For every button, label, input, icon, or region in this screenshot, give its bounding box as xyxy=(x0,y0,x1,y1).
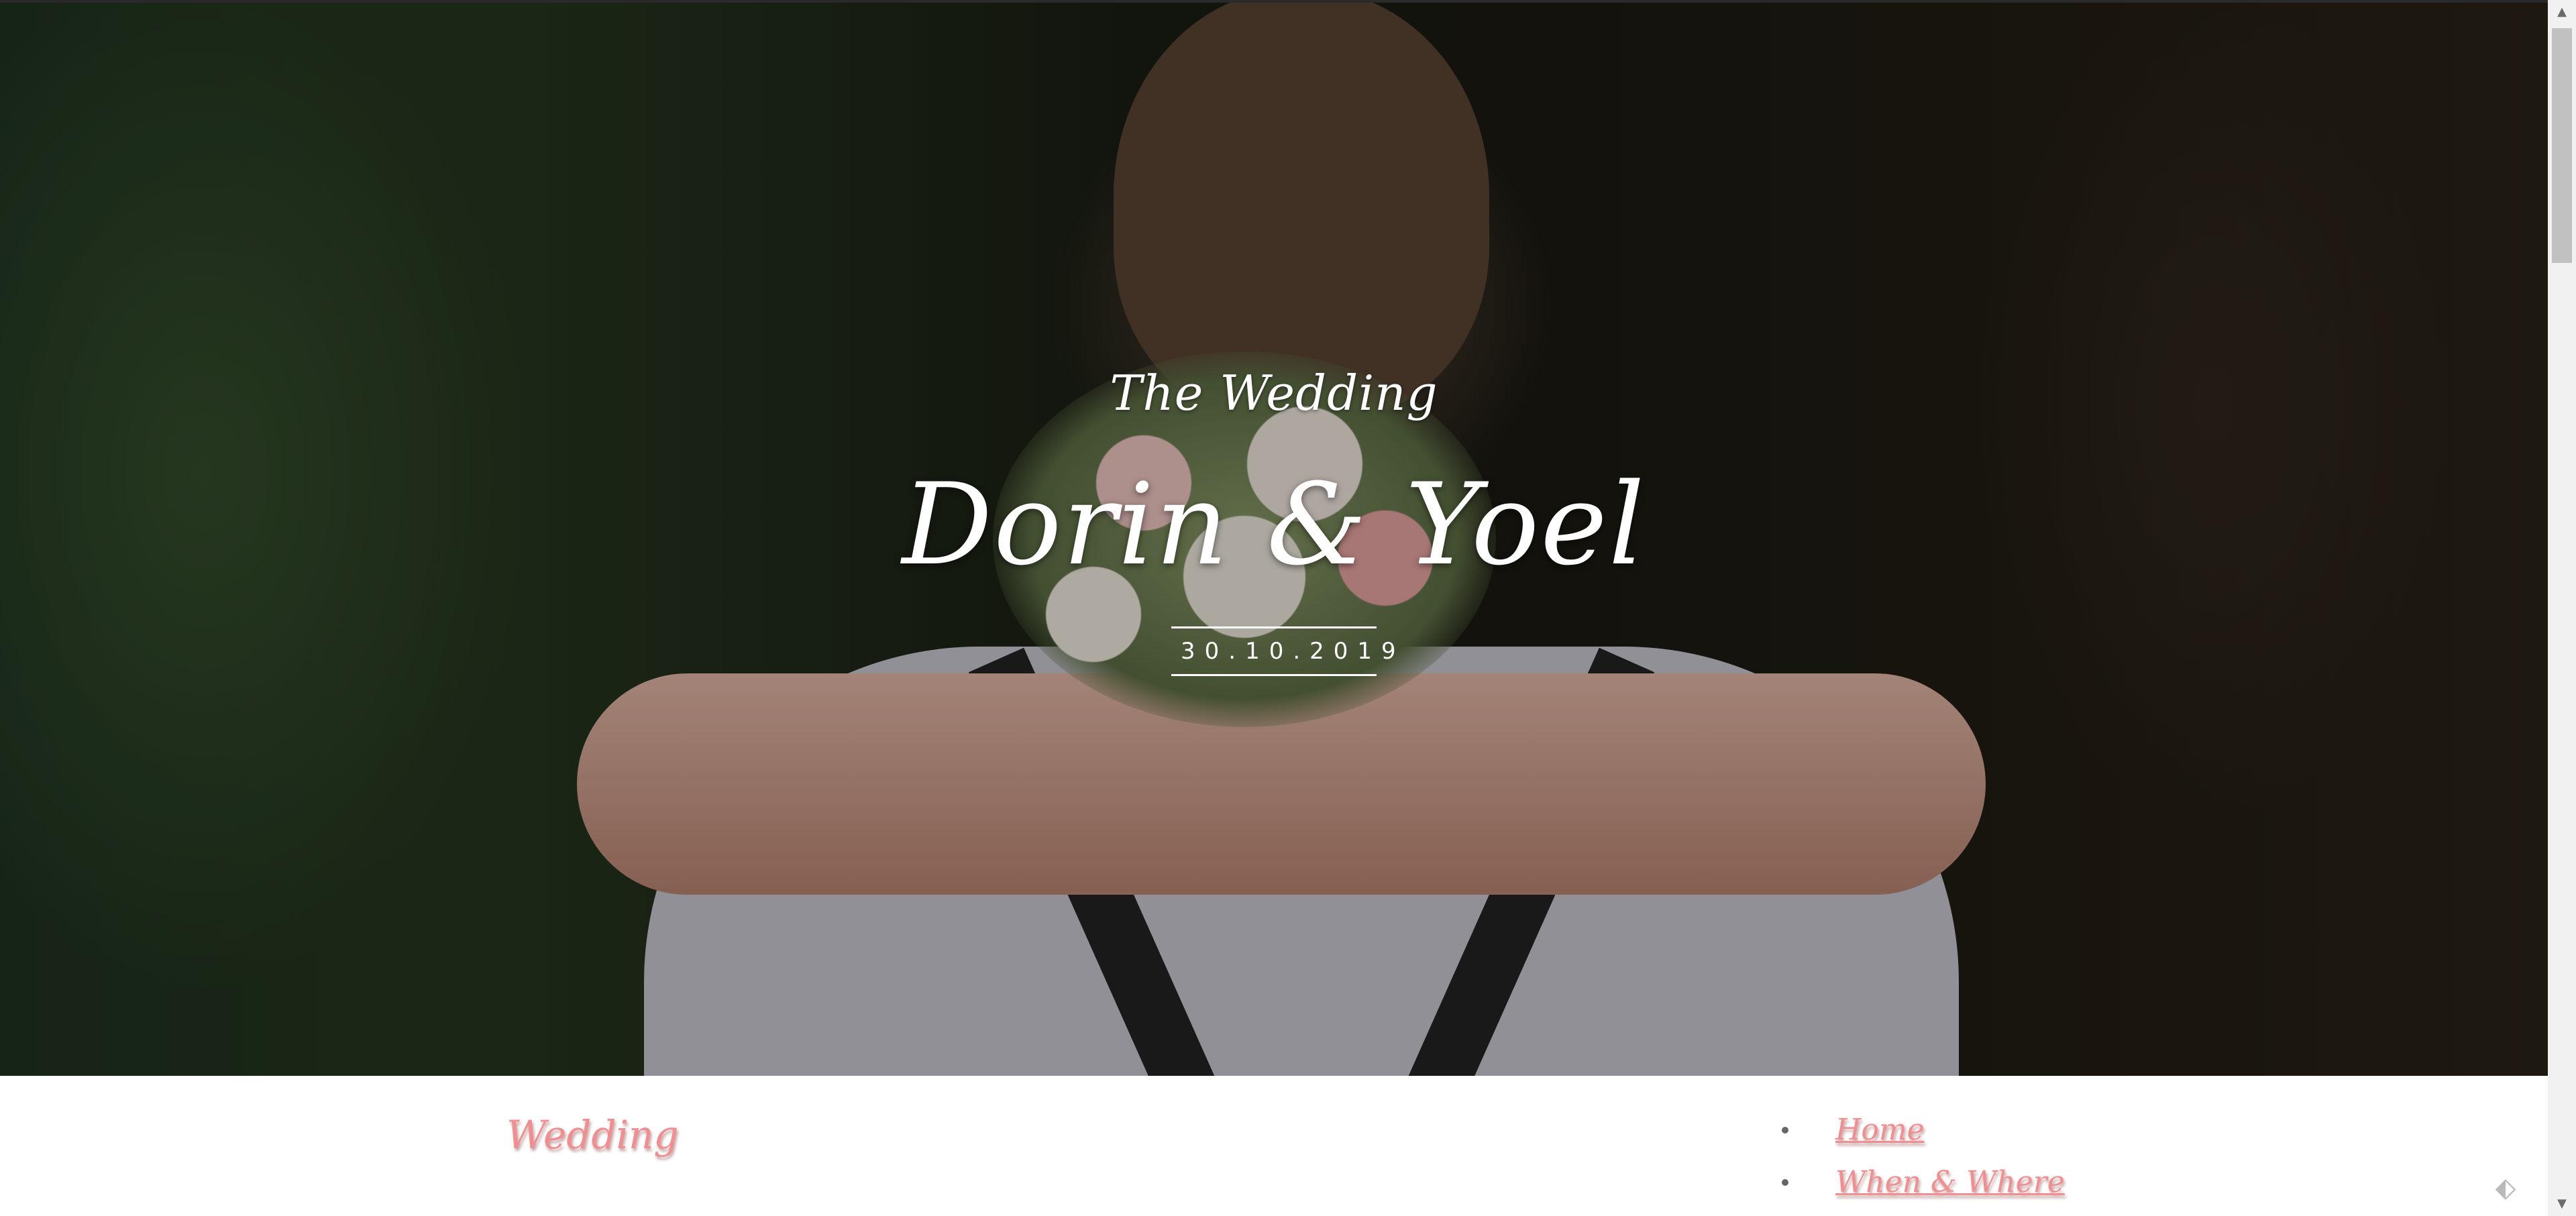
hero-subtitle: The Wedding xyxy=(1110,365,1438,421)
brand-link[interactable]: Wedding xyxy=(506,1112,679,1158)
navbar: Wedding Home When & Where xyxy=(0,1076,2548,1216)
wedding-date: 30.10.2019 xyxy=(1171,626,1396,676)
couple-names: Dorin & Yoel xyxy=(902,459,1646,590)
nav-item-home: Home xyxy=(1758,1104,2065,1156)
list-bullet xyxy=(1782,1127,1788,1134)
scroll-thumb[interactable] xyxy=(2552,28,2572,263)
nav-item-when-where: When & Where xyxy=(1758,1156,2065,1209)
scroll-up-icon[interactable]: ▲ xyxy=(2548,0,2576,24)
nav-link-when-where[interactable]: When & Where xyxy=(1835,1165,2065,1199)
scroll-down-icon[interactable]: ▼ xyxy=(2548,1192,2576,1216)
vertical-scrollbar[interactable]: ▲ ▼ xyxy=(2548,0,2576,1216)
tag-icon[interactable]: ⬖ xyxy=(2490,1172,2521,1203)
nav-link-home[interactable]: Home xyxy=(1835,1113,1925,1147)
nav-list: Home When & Where xyxy=(1758,1104,2065,1209)
list-bullet xyxy=(1782,1179,1788,1186)
hero-content: The Wedding Dorin & Yoel 30.10.2019 xyxy=(0,3,2548,1076)
